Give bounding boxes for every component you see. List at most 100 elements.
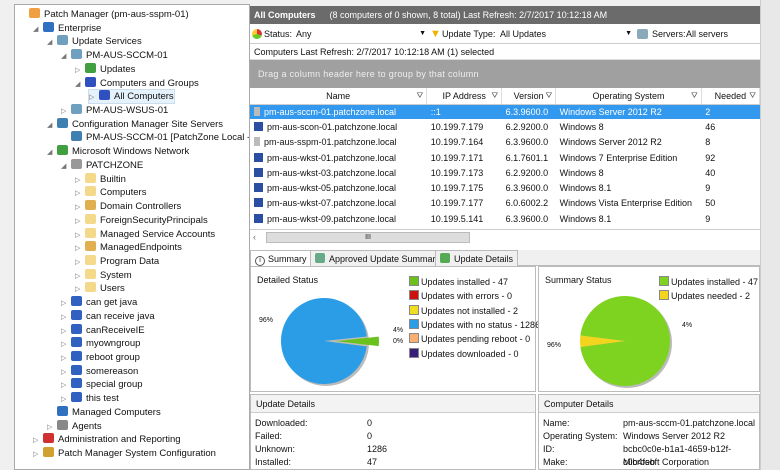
vertical-scrollbar[interactable] (760, 0, 780, 470)
column-header[interactable]: IP Address ⛛ (426, 88, 503, 105)
tree-node[interactable]: ▷ Builtin (75, 172, 126, 187)
expand-toggle-icon[interactable]: ▷ (75, 256, 85, 269)
tree-node[interactable]: ▷ can get java (61, 296, 137, 309)
tree-node[interactable]: ▷ myowngroup (61, 337, 140, 350)
scroll-left-icon[interactable]: ‹ (253, 232, 256, 242)
table-cell: pm-aus-wkst-05.patchzone.local (250, 180, 427, 195)
expand-toggle-icon[interactable]: ▷ (75, 187, 85, 200)
tab-summary[interactable]: i Summary (250, 250, 312, 266)
tree-node[interactable]: ◢ Configuration Manager Site Servers (47, 117, 223, 132)
tab-update-details[interactable]: Update Details (435, 250, 519, 266)
tree-node[interactable]: ◢ Computers and Groups (75, 76, 199, 91)
expand-toggle-icon[interactable]: ▷ (61, 393, 71, 406)
column-header[interactable]: Operating System ⛛ (555, 88, 702, 105)
expand-toggle-icon[interactable]: ◢ (61, 50, 71, 63)
tree-node[interactable]: ▷ Users (75, 282, 125, 295)
tree-node[interactable]: ▷ System (75, 268, 132, 283)
tree-node[interactable]: ▷ Updates (75, 62, 135, 77)
table-row[interactable]: pm-aus-wkst-05.patchzone.local 10.199.7.1… (250, 180, 760, 195)
servers-select[interactable]: All servers (686, 24, 728, 44)
tree-node[interactable]: ▷ All Computers (88, 89, 175, 105)
tree-node[interactable]: ▷ reboot group (61, 351, 140, 364)
expand-toggle-icon[interactable]: ◢ (75, 78, 85, 91)
expand-toggle-icon[interactable]: ▷ (75, 201, 85, 214)
tree-node[interactable]: PM-AUS-SCCM-01 [PatchZone Local - pz (61, 131, 249, 144)
column-header[interactable]: Needed ⛛ (701, 88, 761, 105)
expand-toggle-icon[interactable]: ▷ (75, 215, 85, 228)
expand-toggle-icon[interactable]: ▷ (75, 283, 85, 296)
tree-node[interactable]: Managed Computers (47, 405, 161, 419)
status-select[interactable]: Any ▼ (296, 24, 426, 44)
expand-toggle-icon[interactable]: ◢ (47, 146, 57, 159)
expand-toggle-icon[interactable]: ▷ (89, 91, 99, 104)
horizontal-scrollbar[interactable]: ‹ III (250, 229, 760, 245)
tree-node[interactable]: ▷ canReceiveIE (61, 323, 145, 338)
tree-node[interactable]: ▷ Computers (75, 186, 146, 199)
tree-node[interactable]: ▷ ManagedEndpoints (75, 241, 182, 254)
tab-approved-update-summary[interactable]: Approved Update Summary (310, 250, 446, 266)
tree-node[interactable]: Patch Manager (pm-aus-sspm-01) (19, 8, 189, 21)
tree-node[interactable]: ▷ special group (61, 378, 143, 391)
tree-node[interactable]: ▷ can receive java (61, 309, 155, 324)
scrollbar-thumb[interactable]: III (266, 232, 470, 243)
tree-node-label: Domain Controllers (100, 201, 182, 213)
expand-toggle-icon[interactable]: ▷ (75, 229, 85, 242)
expand-toggle-icon[interactable]: ◢ (61, 160, 71, 173)
navigation-tree[interactable]: Patch Manager (pm-aus-sspm-01) ◢ Enterpris… (14, 4, 250, 470)
table-row[interactable]: pm-aus-wkst-07.patchzone.local 10.199.7.1… (250, 196, 760, 211)
column-header[interactable]: Name ⛛ (250, 88, 428, 105)
expand-toggle-icon[interactable]: ▷ (61, 105, 71, 118)
expand-toggle-icon[interactable]: ▷ (47, 421, 57, 434)
tree-node[interactable]: ▷ Patch Manager System Configuration (33, 447, 216, 460)
table-row[interactable]: pm-aus-scon-01.patchzone.local 10.199.7.1… (250, 119, 760, 134)
expand-toggle-icon[interactable]: ▷ (61, 297, 71, 310)
tree-node[interactable]: ▷ somereason (61, 364, 138, 379)
expand-toggle-icon[interactable]: ▷ (75, 242, 85, 255)
expand-toggle-icon[interactable]: ▷ (61, 366, 71, 379)
table-row[interactable]: pm-aus-wkst-03.patchzone.local 10.199.7.1… (250, 165, 760, 180)
expand-toggle-icon[interactable]: ▷ (33, 434, 43, 447)
table-cell: 6.3.9600.0 (502, 211, 556, 226)
table-row[interactable]: pm-aus-sccm-01.patchzone.local::1 6.3.960… (250, 104, 760, 120)
tree-node[interactable]: ▷ this test (61, 392, 119, 405)
legend-item: Updates with errors - 0 (409, 289, 512, 303)
tree-node[interactable]: ▷ PM-AUS-WSUS-01 (61, 104, 168, 117)
filter-icon[interactable]: ⛛ (749, 91, 756, 101)
group-by-area[interactable]: Drag a column header here to group by th… (250, 60, 760, 88)
filter-icon[interactable]: ⛛ (545, 91, 552, 101)
table-row[interactable]: pm-aus-wkst-09.patchzone.local 10.199.5.1… (250, 211, 760, 226)
tree-node[interactable]: ▷ Program Data (75, 254, 159, 269)
tree-node[interactable]: ▷ Agents (47, 419, 102, 434)
expand-toggle-icon[interactable]: ◢ (47, 119, 57, 132)
expand-toggle-icon[interactable]: ◢ (33, 23, 43, 36)
tree-node[interactable]: ▷ ForeignSecurityPrincipals (75, 213, 208, 228)
column-header[interactable]: Version ⛛ (501, 88, 557, 105)
update-type-select[interactable]: All Updates ▼ (500, 24, 632, 44)
table-row[interactable]: pm-aus-sspm-01.patchzone.local 10.199.7.1… (250, 135, 760, 150)
expand-toggle-icon[interactable]: ▷ (75, 174, 85, 187)
tree-node[interactable]: ▷ Domain Controllers (75, 200, 181, 213)
table-row[interactable]: pm-aus-wkst-01.patchzone.local 10.199.7.1… (250, 150, 760, 165)
expand-toggle-icon[interactable]: ▷ (61, 352, 71, 365)
tree-node[interactable]: ◢ Enterprise (33, 21, 101, 36)
filter-icon[interactable]: ⛛ (417, 91, 424, 101)
legend-label: Updates installed - 47 (671, 277, 759, 287)
expand-toggle-icon[interactable]: ▷ (61, 379, 71, 392)
expand-toggle-icon[interactable]: ◢ (47, 36, 57, 49)
filter-icon[interactable]: ⛛ (691, 91, 698, 101)
tree-node[interactable]: ◢ Update Services (47, 35, 142, 48)
expand-toggle-icon[interactable]: ▷ (33, 448, 43, 461)
tree-node[interactable]: ▷ Managed Service Accounts (75, 227, 215, 242)
tree-node[interactable]: ◢ Microsoft Windows Network (47, 145, 189, 158)
expand-toggle-icon[interactable]: ▷ (61, 325, 71, 338)
pie-label: 4% (682, 322, 693, 329)
tree-node[interactable]: ▷ Administration and Reporting (33, 433, 181, 446)
view-title: All Computers (254, 10, 316, 20)
expand-toggle-icon[interactable]: ▷ (61, 338, 71, 351)
expand-toggle-icon[interactable]: ▷ (75, 64, 85, 77)
tree-node[interactable]: ◢ PM-AUS-SCCM-01 (61, 49, 168, 62)
tree-node[interactable]: ◢ PATCHZONE (61, 158, 143, 173)
filter-icon[interactable]: ⛛ (491, 91, 498, 101)
expand-toggle-icon[interactable]: ▷ (75, 270, 85, 283)
expand-toggle-icon[interactable]: ▷ (61, 311, 71, 324)
